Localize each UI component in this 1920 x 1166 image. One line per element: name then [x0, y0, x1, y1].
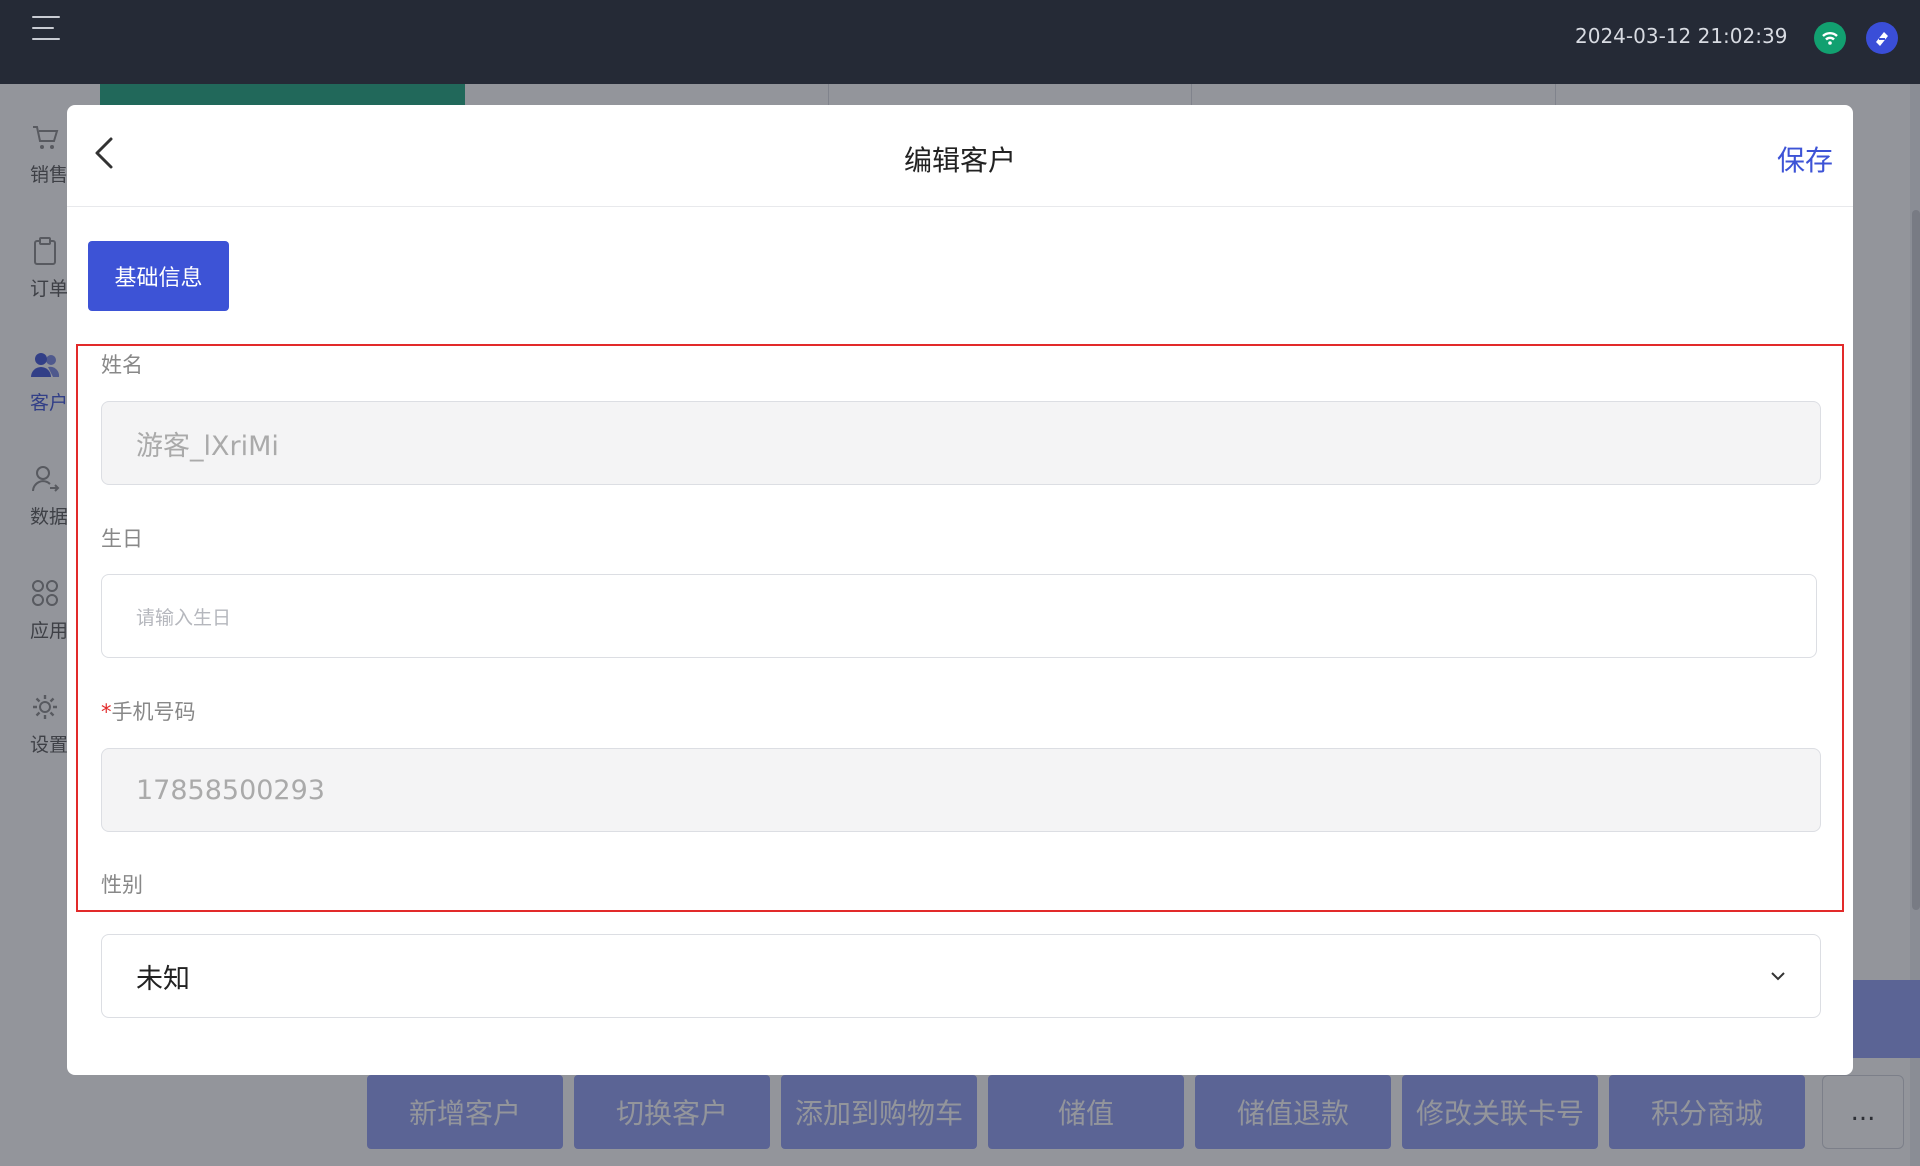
edit-customer-modal: 编辑客户 保存 基础信息 姓名 游客_lXriMi 生日 请输入生日 *手机号码… — [67, 105, 1853, 1075]
modal-header: 编辑客户 保存 — [67, 105, 1853, 207]
tab-basic-info[interactable]: 基础信息 — [88, 241, 229, 311]
gender-select[interactable]: 未知 — [101, 934, 1821, 1018]
menu-icon[interactable] — [32, 16, 60, 40]
phone-label-text: 手机号码 — [111, 700, 196, 724]
gender-label: 性别 — [101, 873, 143, 897]
required-mark: * — [101, 700, 112, 724]
wifi-icon[interactable] — [1814, 22, 1846, 54]
modal-title: 编辑客户 — [903, 144, 1016, 177]
birthday-field[interactable]: 请输入生日 — [101, 574, 1817, 658]
name-label: 姓名 — [101, 353, 143, 377]
brand-icon[interactable] — [1866, 22, 1898, 54]
top-bar: 2024-03-12 21:02:39 — [0, 0, 1920, 84]
phone-field[interactable]: 17858500293 — [101, 748, 1821, 832]
gender-value: 未知 — [136, 963, 190, 995]
datetime-display: 2024-03-12 21:02:39 — [1575, 24, 1788, 48]
name-field[interactable]: 游客_lXriMi — [101, 401, 1821, 485]
chevron-down-icon — [1771, 972, 1785, 981]
birthday-label: 生日 — [101, 527, 143, 551]
save-button[interactable]: 保存 — [1777, 139, 1833, 179]
phone-label: *手机号码 — [101, 696, 196, 726]
